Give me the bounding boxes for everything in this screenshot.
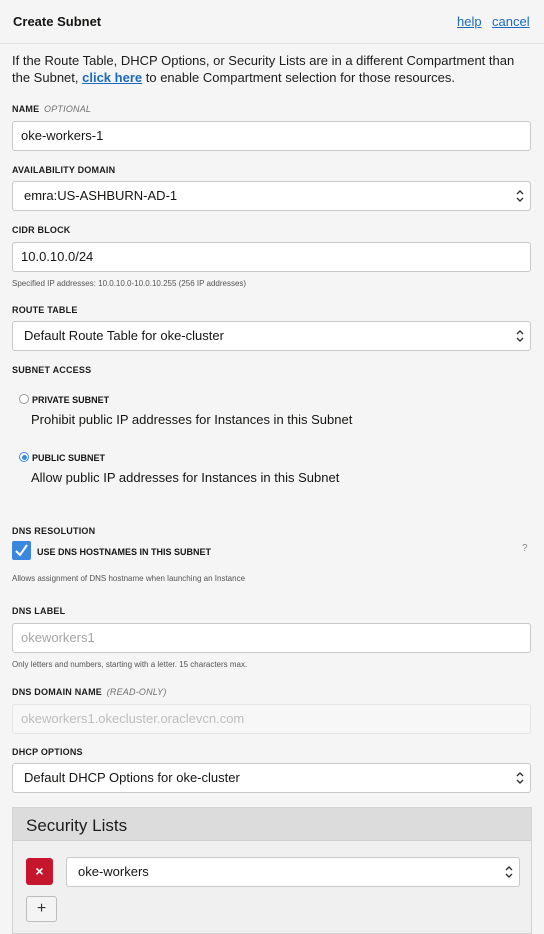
public-subnet-label[interactable]: PUBLIC SUBNET [32,453,105,463]
close-icon: × [35,863,44,879]
add-security-list-button[interactable]: + [26,896,57,922]
subnet-access-label: SUBNET ACCESS [12,365,92,375]
security-lists-panel: Security Lists × oke-workers + [12,807,532,934]
help-link[interactable]: help [457,14,482,29]
security-lists-header: Security Lists [13,808,531,841]
dns-resolution-help-text: Allows assignment of DNS hostname when l… [12,574,246,583]
private-subnet-label[interactable]: PRIVATE SUBNET [32,395,109,405]
select-arrows-icon [516,772,524,784]
dns-resolution-label: DNS RESOLUTION [12,526,96,536]
cidr-block-input[interactable]: 10.0.10.0/24 [12,242,531,272]
notice-text-end: to enable Compartment selection for thos… [145,70,456,85]
cidr-block-value: 10.0.10.0/24 [21,249,94,264]
panel-title: Create Subnet [13,14,102,29]
name-input[interactable]: oke-workers-1 [12,121,531,151]
name-label: NAME OPTIONAL [12,104,91,114]
dns-label-placeholder: okeworkers1 [21,630,95,645]
public-subnet-description: Allow public IP addresses for Instances … [31,470,340,485]
dhcp-options-select[interactable]: Default DHCP Options for oke-cluster [12,763,531,793]
security-list-value: oke-workers [78,864,149,879]
security-lists-title: Security Lists [26,816,128,835]
plus-icon: + [36,900,47,917]
remove-security-list-button[interactable]: × [26,858,53,885]
dhcp-options-label: DHCP OPTIONS [12,747,83,757]
select-arrows-icon [505,866,513,878]
use-dns-hostnames-label[interactable]: USE DNS HOSTNAMES IN THIS SUBNET [37,547,211,557]
dns-domain-name-value: okeworkers1.okecluster.oraclevcn.com [21,711,245,726]
dns-domain-name-label-text: DNS DOMAIN NAME [12,687,102,697]
name-input-value: oke-workers-1 [21,128,104,143]
dns-label-help-text: Only letters and numbers, starting with … [12,660,248,669]
security-list-select[interactable]: oke-workers [66,857,520,887]
select-arrows-icon [516,330,524,342]
dns-label-label: DNS LABEL [12,606,66,616]
click-here-link[interactable]: click here [82,70,142,85]
help-question-icon[interactable]: ? [522,543,528,554]
dns-domain-name-field: okeworkers1.okecluster.oraclevcn.com [12,704,531,734]
compartment-notice: If the Route Table, DHCP Options, or Sec… [12,52,532,86]
cancel-link[interactable]: cancel [492,14,530,29]
dhcp-options-value: Default DHCP Options for oke-cluster [24,770,240,785]
private-subnet-description: Prohibit public IP addresses for Instanc… [31,412,353,427]
name-optional-hint: OPTIONAL [44,104,92,114]
route-table-value: Default Route Table for oke-cluster [24,328,224,343]
public-subnet-radio[interactable] [19,452,29,462]
availability-domain-label: AVAILABILITY DOMAIN [12,165,116,175]
availability-domain-select[interactable]: emra:US-ASHBURN-AD-1 [12,181,531,211]
checkmark-icon [15,544,28,557]
route-table-label: ROUTE TABLE [12,305,78,315]
cidr-block-label: CIDR BLOCK [12,225,71,235]
availability-domain-value: emra:US-ASHBURN-AD-1 [24,188,178,203]
use-dns-hostnames-checkbox[interactable] [12,541,31,560]
read-only-hint: (READ-ONLY) [106,687,167,697]
cidr-help-text: Specified IP addresses: 10.0.10.0-10.0.1… [12,279,247,288]
select-arrows-icon [516,190,524,202]
panel-header: Create Subnet help cancel [0,0,544,44]
name-label-text: NAME [12,104,40,114]
private-subnet-radio[interactable] [19,394,29,404]
route-table-select[interactable]: Default Route Table for oke-cluster [12,321,531,351]
dns-label-input[interactable]: okeworkers1 [12,623,531,653]
dns-domain-name-label: DNS DOMAIN NAME (READ-ONLY) [12,687,167,697]
